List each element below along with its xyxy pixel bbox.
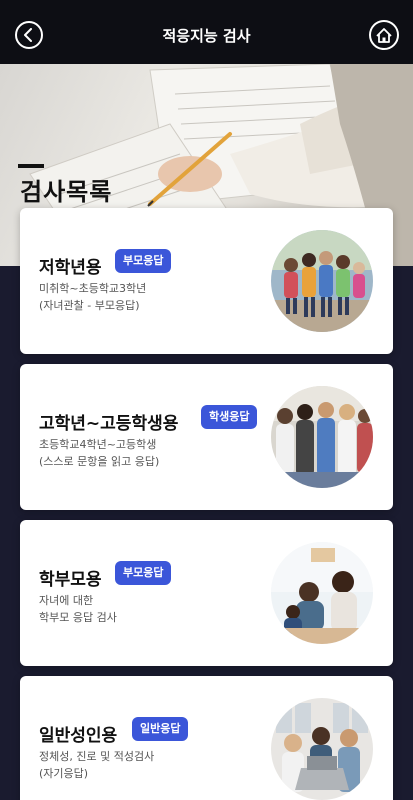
app-header: 적응지능 검사 [0,0,413,64]
card-title: 저학년용 [39,258,102,278]
card-photo-family [271,542,373,644]
card-desc-line1: 자녀에 대한 [39,594,94,607]
page-title: 적응지능 검사 [162,27,251,45]
card-photo-students [271,386,373,488]
response-badge: 일반응답 [132,717,189,741]
card-desc-line2: (자녀관찰 - 부모응답) [39,299,140,312]
section-title: 검사목록 [20,178,113,206]
card-photo-adults-laptop [271,698,373,800]
card-desc-line1: 초등학교4학년~고등학생 [39,438,157,451]
response-badge: 부모응답 [115,561,172,585]
card-desc-line2: (스스로 문항을 읽고 응답) [39,455,160,468]
response-badge: 부모응답 [115,249,172,273]
test-card-adult[interactable]: 일반성인용 일반응답 정체성, 진로 및 적성검사 (자기응답) [20,676,393,800]
card-title: 일반성인용 [39,726,118,746]
card-desc-line1: 미취학~초등학교3학년 [39,282,147,295]
card-desc-line2: 학부모 응답 검사 [39,611,117,624]
hero-title-accent [18,164,44,168]
test-card-parent[interactable]: 학부모용 부모응답 자녀에 대한 학부모 응답 검사 [20,520,393,666]
card-title: 고학년~고등학생용 [39,414,179,434]
response-badge: 학생응답 [201,405,258,429]
card-desc-line1: 정체성, 진로 및 적성검사 [39,750,155,763]
test-card-lower-grade[interactable]: 저학년용 부모응답 미취학~초등학교3학년 (자녀관찰 - 부모응답) [20,208,393,354]
home-icon [376,27,392,43]
card-photo-children-running [271,230,373,332]
test-card-upper-grade[interactable]: 고학년~고등학생용 학생응답 초등학교4학년~고등학생 (스스로 문항을 읽고 … [20,364,393,510]
home-button[interactable] [369,20,399,50]
card-title: 학부모용 [39,570,102,590]
card-desc-line2: (자기응답) [39,767,89,780]
